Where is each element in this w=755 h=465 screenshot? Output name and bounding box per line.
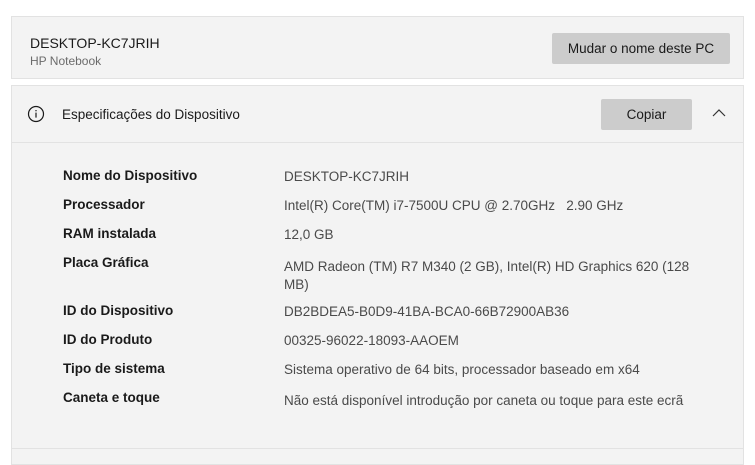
spec-label: Caneta e toque [63,390,160,405]
spec-value: Não está disponível introdução por canet… [284,393,684,408]
spec-label: RAM instalada [63,226,157,241]
specs-header[interactable]: Especificações do Dispositivo Copiar [12,86,743,143]
info-icon [27,105,45,123]
chevron-up-icon[interactable] [712,108,726,118]
spec-value: AMD Radeon (TM) R7 M340 (2 GB), Intel(R)… [284,259,690,292]
specs-title: Especificações do Dispositivo [62,107,240,122]
spec-label: ID do Produto [63,332,153,347]
rename-pc-button[interactable]: Mudar o nome deste PC [552,33,730,64]
spec-label: ID do Dispositivo [63,303,174,318]
device-name: DESKTOP-KC7JRIH [30,35,160,51]
device-model: HP Notebook [30,54,102,68]
spec-label: Tipo de sistema [63,361,165,376]
device-name-card: DESKTOP-KC7JRIH HP Notebook Mudar o nome… [11,16,744,79]
spec-label: Processador [63,197,145,212]
bottom-divider [12,448,743,449]
spec-value: 12,0 GB [284,227,334,242]
spec-value: DESKTOP-KC7JRIH [284,169,410,184]
spec-value: Intel(R) Core(TM) i7-7500U CPU @ 2.70GHz… [284,198,624,213]
spec-value: Sistema operativo de 64 bits, processado… [284,362,640,377]
copy-button[interactable]: Copiar [601,99,692,130]
spec-value: DB2BDEA5-B0D9-41BA-BCA0-66B72900AB36 [284,304,570,319]
spec-label: Placa Gráfica [63,255,149,270]
spec-value: 00325-96022-18093-AAOEM [284,333,459,348]
spec-label: Nome do Dispositivo [63,168,198,183]
device-specifications-card: Especificações do Dispositivo Copiar Nom… [11,85,744,465]
